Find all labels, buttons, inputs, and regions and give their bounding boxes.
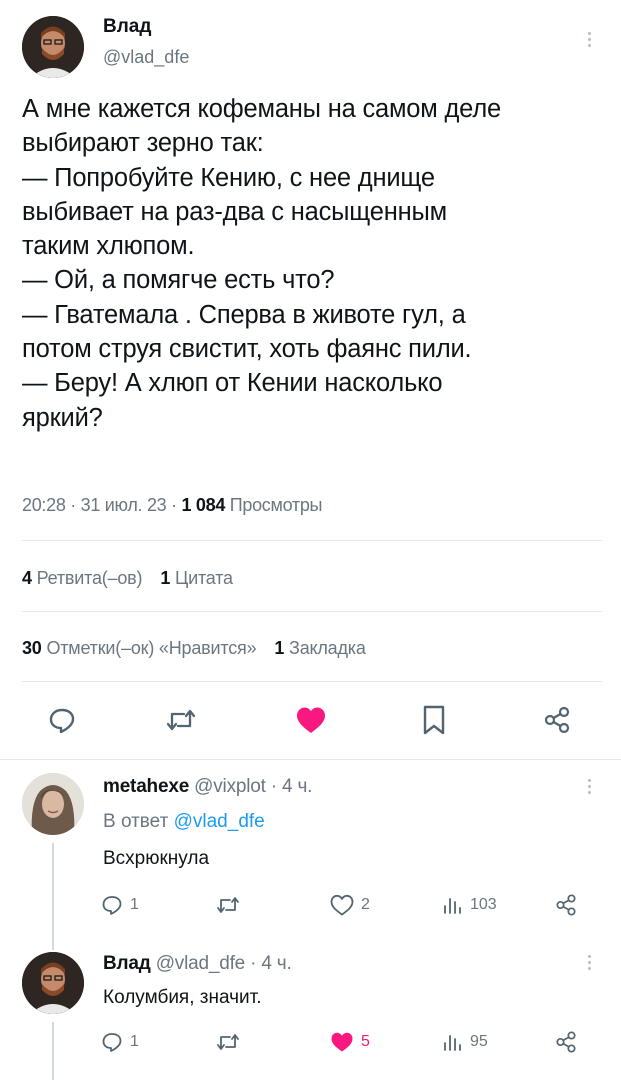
reply-author-name[interactable]: Влад <box>103 953 151 974</box>
more-options-icon[interactable] <box>586 779 592 794</box>
author-name[interactable]: Влад <box>103 16 151 38</box>
likes-stat[interactable]: 30 Отметки(–ок) «Нравится» <box>22 638 257 658</box>
bookmark-icon <box>423 705 445 735</box>
reply-button[interactable]: 1 <box>100 1030 139 1054</box>
bookmarks-stat[interactable]: 1 Закладка <box>274 638 365 658</box>
bookmark-button[interactable] <box>417 703 451 737</box>
reply-time[interactable]: · 4 ч. <box>271 776 313 797</box>
like-count: 2 <box>361 896 370 913</box>
views-label: Просмотры <box>229 495 323 515</box>
thread-line <box>52 1022 54 1080</box>
reply-text: Всхрюкнула <box>103 848 210 869</box>
divider <box>22 681 602 682</box>
avatar-photo <box>22 773 84 835</box>
share-button[interactable] <box>540 703 574 737</box>
author-avatar[interactable] <box>22 16 84 78</box>
more-options-icon[interactable] <box>586 32 592 47</box>
retweet-icon <box>217 897 239 913</box>
thread-line <box>52 843 54 950</box>
more-options-icon[interactable] <box>586 955 592 970</box>
reply-author-handle[interactable]: @vixplot <box>194 776 266 797</box>
retweet-icon <box>166 709 196 731</box>
tweet-text-line: таким хлюпом. <box>22 232 195 261</box>
tweet-text-line: потом струя свистит, хоть фаянс пили. <box>22 335 472 364</box>
retweet-quote-stats: 4 Ретвита(–ов) 1 Цитата <box>22 568 233 589</box>
tweet-text: А мне кажется кофеманы на самом деле выб… <box>22 92 607 435</box>
retweets-count: 4 <box>22 568 32 588</box>
reply-icon <box>102 1033 122 1052</box>
reply-count: 1 <box>130 896 139 913</box>
quotes-label: Цитата <box>174 568 233 588</box>
bookmarks-label: Закладка <box>289 638 366 658</box>
tweet-meta: 20:28 · 31 июл. 23 · 1 084 Просмотры <box>22 495 323 515</box>
reply-avatar[interactable] <box>22 773 84 835</box>
heart-outline-icon <box>330 894 354 916</box>
share-button[interactable] <box>554 1030 578 1054</box>
divider <box>22 540 602 541</box>
tweet-text-line: выбивает на раз-два с насыщенным <box>22 197 447 226</box>
bookmarks-count: 1 <box>274 638 285 658</box>
retweet-button[interactable] <box>215 1030 247 1054</box>
like-button[interactable] <box>293 703 329 737</box>
like-button[interactable]: 2 <box>329 893 370 917</box>
reply-author-handle[interactable]: @vlad_dfe <box>156 953 246 974</box>
divider <box>22 611 602 612</box>
like-button[interactable]: 5 <box>329 1030 370 1054</box>
tweet-date[interactable]: 31 июл. 23 <box>81 495 167 515</box>
retweet-icon <box>217 1034 239 1050</box>
retweet-button[interactable] <box>164 703 198 737</box>
tweet-text-line: — Беру! А хлюп от Кении насколько <box>22 369 443 398</box>
reply-header: metahexe @vixplot · 4 ч. <box>103 776 312 798</box>
retweet-button[interactable] <box>215 893 247 917</box>
reply-icon <box>102 896 122 915</box>
reply-count: 1 <box>130 1033 139 1050</box>
heart-filled-icon <box>331 1032 353 1052</box>
heart-filled-icon <box>297 707 325 733</box>
like-count: 5 <box>361 1033 370 1050</box>
tweet-text-line: А мне кажется кофеманы на самом деле <box>22 95 501 123</box>
tweet-time[interactable]: 20:28 <box>22 495 66 515</box>
share-icon <box>556 1031 576 1053</box>
share-icon <box>544 706 570 734</box>
avatar-photo <box>22 952 84 1014</box>
views-count: 103 <box>470 896 497 913</box>
tweet-text-line: — Гватемала . Сперва в животе гул, а <box>22 300 466 329</box>
views-icon <box>444 898 461 914</box>
retweets-stat[interactable]: 4 Ретвита(–ов) <box>22 568 143 588</box>
share-icon <box>556 894 576 916</box>
views-count: 95 <box>470 1033 488 1050</box>
tweet-text-line: выбирают зерно так: <box>22 129 264 158</box>
avatar-photo <box>22 16 84 78</box>
divider <box>0 759 621 760</box>
views-count: 1 084 <box>181 495 226 515</box>
reply-to-line: В ответ @vlad_dfe <box>103 811 265 833</box>
retweets-label: Ретвита(–ов) <box>36 568 143 588</box>
likes-label: Отметки(–ок) «Нравится» <box>46 638 257 658</box>
tweet-text-line: — Ой, а помягче есть что? <box>22 266 335 295</box>
views-button[interactable]: 103 <box>442 893 497 917</box>
author-handle[interactable]: @vlad_dfe <box>103 47 189 68</box>
quotes-count: 1 <box>160 568 171 588</box>
likes-count: 30 <box>22 638 42 658</box>
likes-bookmarks-stats: 30 Отметки(–ок) «Нравится» 1 Закладка <box>22 638 366 659</box>
reply-icon <box>49 708 75 734</box>
reply-avatar[interactable] <box>22 952 84 1014</box>
reply-to-prefix: В ответ <box>103 811 169 832</box>
tweet-text-line: — Попробуйте Кению, с нее днище <box>22 163 435 192</box>
reply-time[interactable]: · 4 ч. <box>250 953 292 974</box>
quotes-stat[interactable]: 1 Цитата <box>160 568 233 588</box>
reply-header: Влад @vlad_dfe · 4 ч. <box>103 953 292 975</box>
reply-to-handle[interactable]: @vlad_dfe <box>174 811 265 832</box>
reply-button[interactable] <box>45 703 79 737</box>
tweet-text-line: яркий? <box>22 403 103 432</box>
share-button[interactable] <box>554 893 578 917</box>
reply-text: Колумбия, значит. <box>103 987 262 1008</box>
views-icon <box>444 1035 461 1051</box>
reply-button[interactable]: 1 <box>100 893 139 917</box>
reply-author-name[interactable]: metahexe <box>103 776 189 797</box>
views-button[interactable]: 95 <box>442 1030 488 1054</box>
